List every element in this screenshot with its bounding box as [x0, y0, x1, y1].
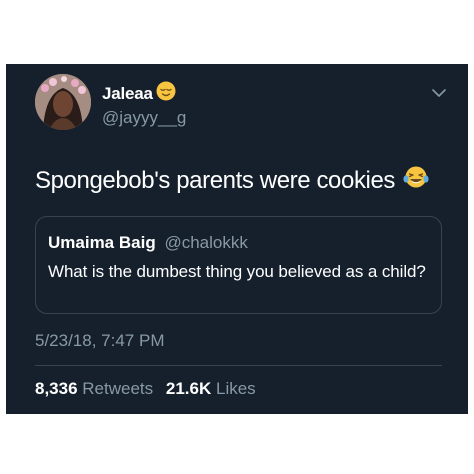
quoted-tweet-header: Umaima Baig @chalokkk [48, 233, 248, 253]
retweets-label[interactable]: Retweets [82, 379, 153, 398]
user-handle[interactable]: @jayyy__g [102, 108, 186, 128]
avatar[interactable] [35, 74, 91, 130]
tweet-text-row: Spongebob's parents were cookies [35, 165, 429, 196]
tweet-timestamp[interactable]: 5/23/18, 7:47 PM [35, 331, 164, 351]
tweet-stats: 8,336 Retweets 21.6K Likes [35, 379, 264, 399]
tears-of-joy-emoji-icon [403, 165, 429, 196]
quoted-tweet-text: What is the dumbest thing you believed a… [48, 262, 426, 281]
quoted-tweet[interactable]: Umaima Baig @chalokkk What is the dumbes… [35, 216, 442, 314]
likes-count[interactable]: 21.6K [166, 379, 211, 398]
display-name[interactable]: Jaleaa [102, 84, 153, 104]
divider [35, 365, 442, 366]
chevron-down-icon[interactable] [432, 88, 446, 98]
tweet-text: Spongebob's parents were cookies [35, 166, 396, 194]
quoted-tweet-handle[interactable]: @chalokkk [164, 233, 247, 252]
avatar-image [35, 74, 91, 130]
tweet-card: Jaleaa @jayyy__g Spongebob's parents wer… [6, 64, 468, 414]
display-name-row: Jaleaa [102, 81, 176, 106]
relieved-face-emoji-icon [156, 81, 176, 106]
retweets-count[interactable]: 8,336 [35, 379, 78, 398]
likes-label[interactable]: Likes [216, 379, 256, 398]
quoted-tweet-name[interactable]: Umaima Baig [48, 233, 156, 252]
